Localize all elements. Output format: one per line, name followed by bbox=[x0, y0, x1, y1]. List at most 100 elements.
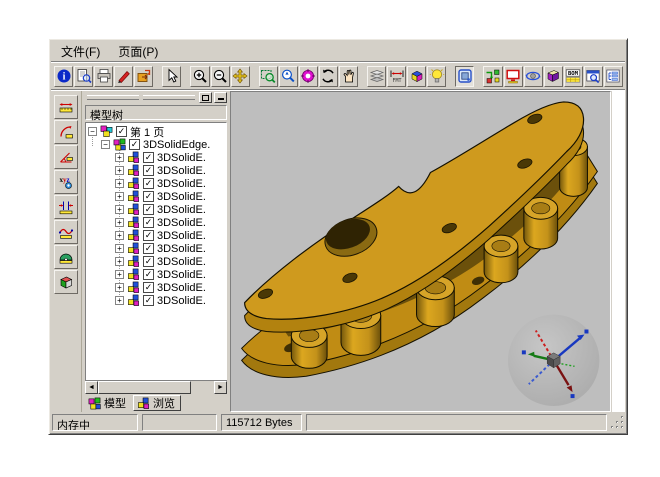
part-cubes-icon bbox=[127, 190, 140, 203]
zoom-in-button[interactable] bbox=[190, 66, 209, 87]
model-tree[interactable]: − ✓ 第 1 页 − ✓ 3DSolidEdge. bbox=[85, 122, 227, 381]
visibility-checkbox[interactable]: ✓ bbox=[143, 152, 154, 163]
select-cursor-button[interactable] bbox=[162, 66, 181, 87]
zoom-window-button[interactable] bbox=[259, 66, 278, 87]
light-button[interactable] bbox=[427, 66, 446, 87]
tree-item-page[interactable]: − ✓ 第 1 页 bbox=[86, 125, 226, 138]
tab-model[interactable]: 模型 bbox=[85, 395, 131, 411]
collapse-icon[interactable]: − bbox=[101, 140, 110, 149]
status-bar: 内存中 115712 Bytes bbox=[51, 413, 625, 432]
measure-horizontal-button[interactable] bbox=[54, 95, 78, 119]
tab-browse[interactable]: 浏览 bbox=[133, 395, 181, 411]
panel-grip[interactable] bbox=[85, 91, 227, 104]
visibility-checkbox[interactable]: ✓ bbox=[143, 217, 154, 228]
shaded-cube-button[interactable] bbox=[407, 66, 426, 87]
visibility-checkbox[interactable]: ✓ bbox=[143, 282, 154, 293]
expand-icon[interactable]: + bbox=[115, 270, 124, 279]
expand-icon[interactable]: + bbox=[115, 179, 124, 188]
panel-hide-button[interactable] bbox=[214, 92, 227, 103]
visibility-checkbox[interactable]: ✓ bbox=[143, 243, 154, 254]
visibility-checkbox[interactable]: ✓ bbox=[143, 191, 154, 202]
expand-icon[interactable]: + bbox=[115, 218, 124, 227]
tree-item-part[interactable]: + ✓ 3DSolidE. bbox=[86, 164, 226, 177]
expand-icon[interactable]: + bbox=[115, 231, 124, 240]
measure-area-button[interactable] bbox=[54, 245, 78, 269]
menu-file[interactable]: 文件(F) bbox=[52, 41, 109, 62]
visibility-checkbox[interactable]: ✓ bbox=[143, 165, 154, 176]
system-monitor-button[interactable] bbox=[504, 66, 523, 87]
expand-icon[interactable]: + bbox=[115, 283, 124, 292]
expand-icon[interactable]: + bbox=[115, 244, 124, 253]
expand-icon[interactable]: + bbox=[115, 257, 124, 266]
scrollbar-thumb[interactable] bbox=[98, 381, 191, 394]
properties-window-button[interactable] bbox=[584, 66, 603, 87]
visibility-checkbox[interactable]: ✓ bbox=[143, 178, 154, 189]
tree-horizontal-scrollbar[interactable]: ◄ ► bbox=[85, 380, 227, 394]
assembly-cubes-icon bbox=[113, 138, 126, 151]
pan-cross-button[interactable] bbox=[231, 66, 250, 87]
info-button[interactable] bbox=[54, 66, 73, 87]
grip-line bbox=[143, 95, 195, 100]
fit-width-button[interactable] bbox=[387, 66, 406, 87]
tree-item-label: 3DSolidE. bbox=[157, 295, 206, 307]
solid-props-button[interactable] bbox=[544, 66, 563, 87]
bom-button[interactable] bbox=[564, 66, 583, 87]
rotate-view-button[interactable] bbox=[319, 66, 338, 87]
measure-curve-button[interactable] bbox=[54, 220, 78, 244]
dynamic-zoom-button[interactable] bbox=[279, 66, 298, 87]
tree-item-part[interactable]: + ✓ 3DSolidE. bbox=[86, 203, 226, 216]
tree-item-part[interactable]: + ✓ 3DSolidE. bbox=[86, 255, 226, 268]
expand-icon[interactable]: + bbox=[115, 166, 124, 175]
panel-float-button[interactable] bbox=[199, 92, 212, 103]
expand-icon[interactable]: + bbox=[115, 153, 124, 162]
tree-item-label: 3DSolidE. bbox=[157, 282, 206, 294]
measure-coordinate-button[interactable] bbox=[54, 170, 78, 194]
orbit-button[interactable] bbox=[524, 66, 543, 87]
assembly-tree-button[interactable] bbox=[483, 66, 502, 87]
visibility-checkbox[interactable]: ✓ bbox=[143, 269, 154, 280]
collapse-icon[interactable]: − bbox=[88, 127, 97, 136]
measure-radius-button[interactable] bbox=[54, 120, 78, 144]
pan-hand-button[interactable] bbox=[339, 66, 358, 87]
status-panel bbox=[306, 414, 607, 431]
visibility-checkbox[interactable]: ✓ bbox=[129, 139, 140, 150]
visibility-checkbox[interactable]: ✓ bbox=[143, 295, 154, 306]
scroll-left-button[interactable]: ◄ bbox=[85, 381, 98, 394]
scroll-right-button[interactable]: ► bbox=[214, 381, 227, 394]
tree-item-part[interactable]: + ✓ 3DSolidE. bbox=[86, 281, 226, 294]
visibility-checkbox[interactable]: ✓ bbox=[143, 204, 154, 215]
layers-button[interactable] bbox=[367, 66, 386, 87]
tree-item-part[interactable]: + ✓ 3DSolidE. bbox=[86, 242, 226, 255]
tree-item-part[interactable]: + ✓ 3DSolidE. bbox=[86, 216, 226, 229]
tree-item-part[interactable]: + ✓ 3DSolidE. bbox=[86, 177, 226, 190]
print-preview-button[interactable] bbox=[74, 66, 93, 87]
export-button[interactable] bbox=[134, 66, 153, 87]
resize-grip[interactable] bbox=[611, 416, 625, 430]
tree-item-part[interactable]: + ✓ 3DSolidE. bbox=[86, 190, 226, 203]
tree-item-label: 3DSolidE. bbox=[157, 191, 206, 203]
measure-solid-button[interactable] bbox=[54, 270, 78, 294]
expand-icon[interactable]: + bbox=[115, 192, 124, 201]
tree-item-part[interactable]: + ✓ 3DSolidE. bbox=[86, 151, 226, 164]
expand-icon[interactable]: + bbox=[115, 296, 124, 305]
print-button[interactable] bbox=[94, 66, 113, 87]
tree-list-button[interactable] bbox=[604, 66, 623, 87]
tree-item-assembly[interactable]: − ✓ 3DSolidEdge. bbox=[86, 138, 226, 151]
measure-angle-button[interactable] bbox=[54, 145, 78, 169]
visibility-checkbox[interactable]: ✓ bbox=[143, 256, 154, 267]
tree-item-part[interactable]: + ✓ 3DSolidE. bbox=[86, 268, 226, 281]
3d-viewport[interactable] bbox=[230, 91, 611, 412]
rotate-target-button[interactable] bbox=[299, 66, 318, 87]
measure-distance-button[interactable] bbox=[54, 195, 78, 219]
markup-pen-button[interactable] bbox=[114, 66, 133, 87]
zoom-out-button[interactable] bbox=[211, 66, 230, 87]
tree-item-part[interactable]: + ✓ 3DSolidE. bbox=[86, 229, 226, 242]
menu-page[interactable]: 页面(P) bbox=[109, 41, 167, 62]
visibility-checkbox[interactable]: ✓ bbox=[116, 126, 127, 137]
tree-item-part[interactable]: + ✓ 3DSolidE. bbox=[86, 294, 226, 307]
part-cubes-icon bbox=[127, 281, 140, 294]
float-icon bbox=[202, 95, 209, 101]
frame-view-button[interactable] bbox=[455, 66, 474, 87]
expand-icon[interactable]: + bbox=[115, 205, 124, 214]
visibility-checkbox[interactable]: ✓ bbox=[143, 230, 154, 241]
